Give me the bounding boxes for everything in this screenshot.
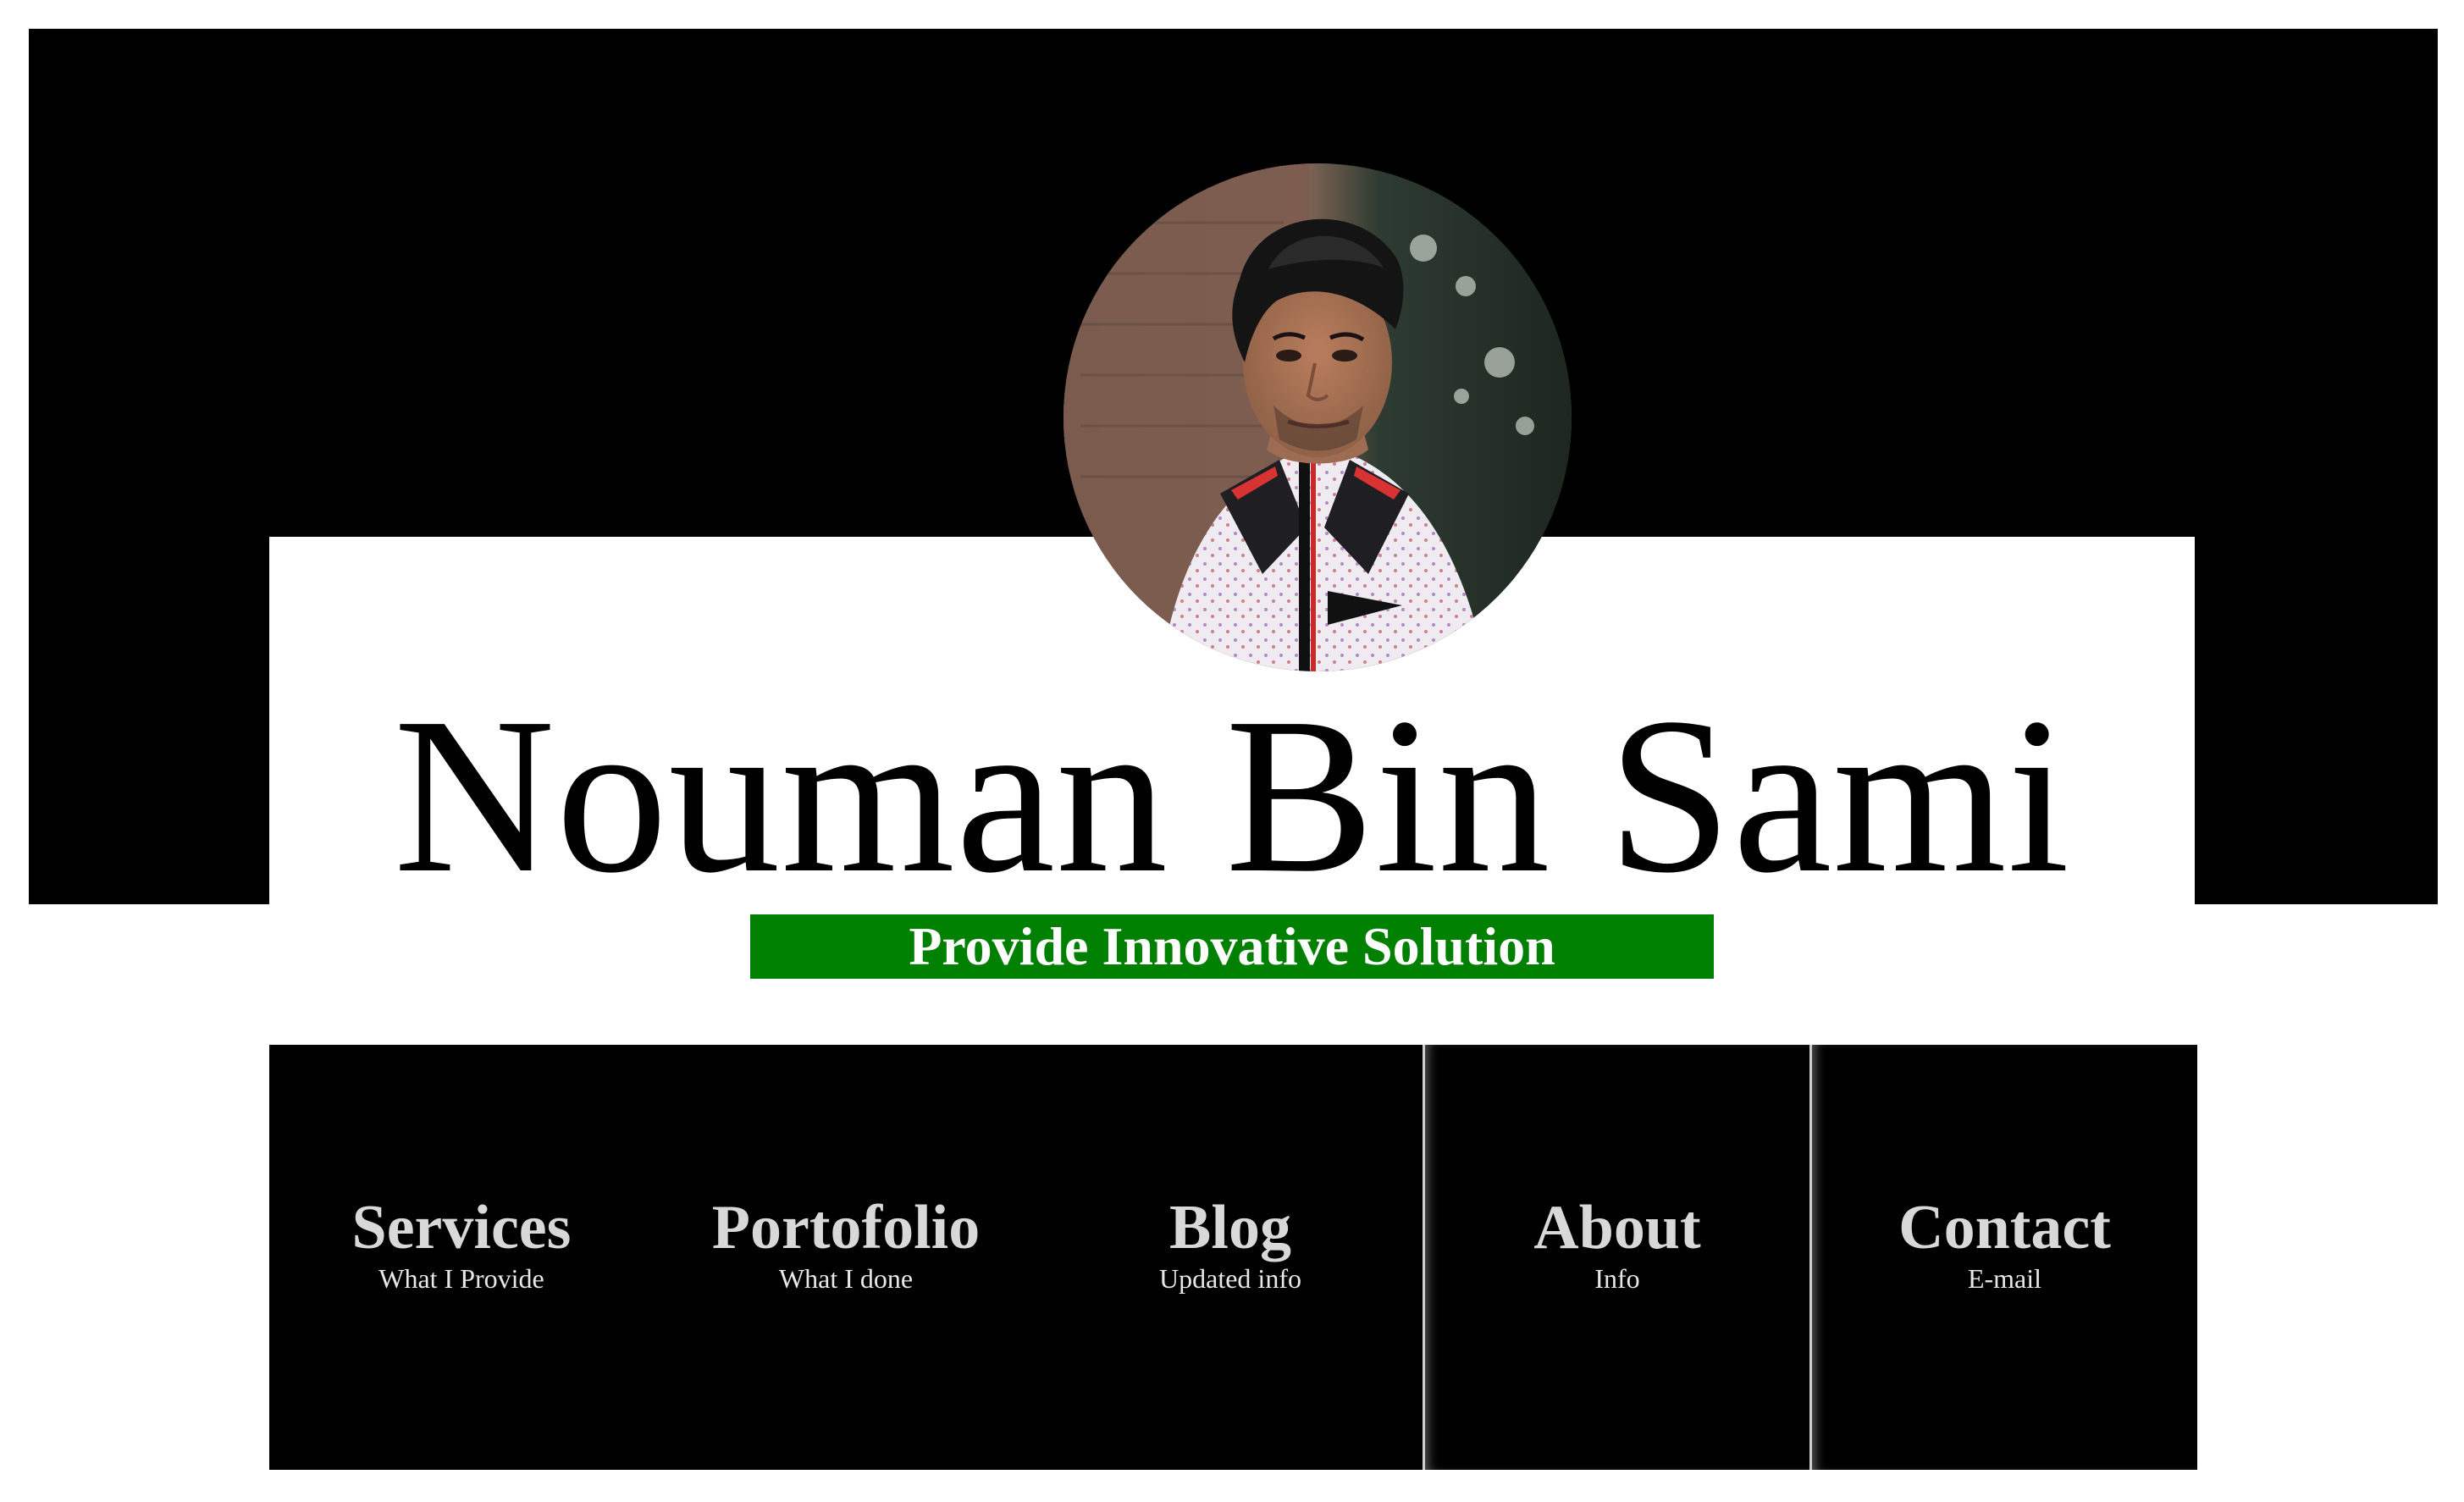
profile-photo: [1063, 163, 1572, 671]
portfolio-page: Nouman Bin Sami Provide Innovative Solut…: [0, 0, 2464, 1502]
nav-title-services: Services: [351, 1193, 572, 1262]
nav-subtitle-contact: E-mail: [1967, 1263, 2042, 1294]
nav-item-blog[interactable]: Blog Updated info: [1038, 1045, 1423, 1470]
nav-item-contact[interactable]: Contact E-mail: [1809, 1045, 2197, 1470]
profile-avatar: [1063, 163, 1572, 671]
main-navigation: Services What I Provide Portofolio What …: [269, 1045, 2197, 1470]
nav-title-about: About: [1533, 1193, 1701, 1262]
nav-subtitle-services: What I Provide: [378, 1263, 544, 1294]
nav-subtitle-blog: Updated info: [1159, 1263, 1301, 1294]
tagline-badge: Provide Innovative Solution: [750, 914, 1714, 979]
nav-subtitle-about: Info: [1594, 1263, 1640, 1294]
nav-subtitle-portfolio: What I done: [778, 1263, 914, 1294]
nav-item-portfolio[interactable]: Portofolio What I done: [654, 1045, 1038, 1470]
nav-title-contact: Contact: [1898, 1193, 2111, 1262]
nav-item-about[interactable]: About Info: [1423, 1045, 1809, 1470]
nav-title-portfolio: Portofolio: [711, 1193, 981, 1262]
nav-title-blog: Blog: [1169, 1193, 1291, 1262]
person-name: Nouman Bin Sami: [393, 672, 2071, 919]
nav-item-services[interactable]: Services What I Provide: [269, 1045, 654, 1470]
